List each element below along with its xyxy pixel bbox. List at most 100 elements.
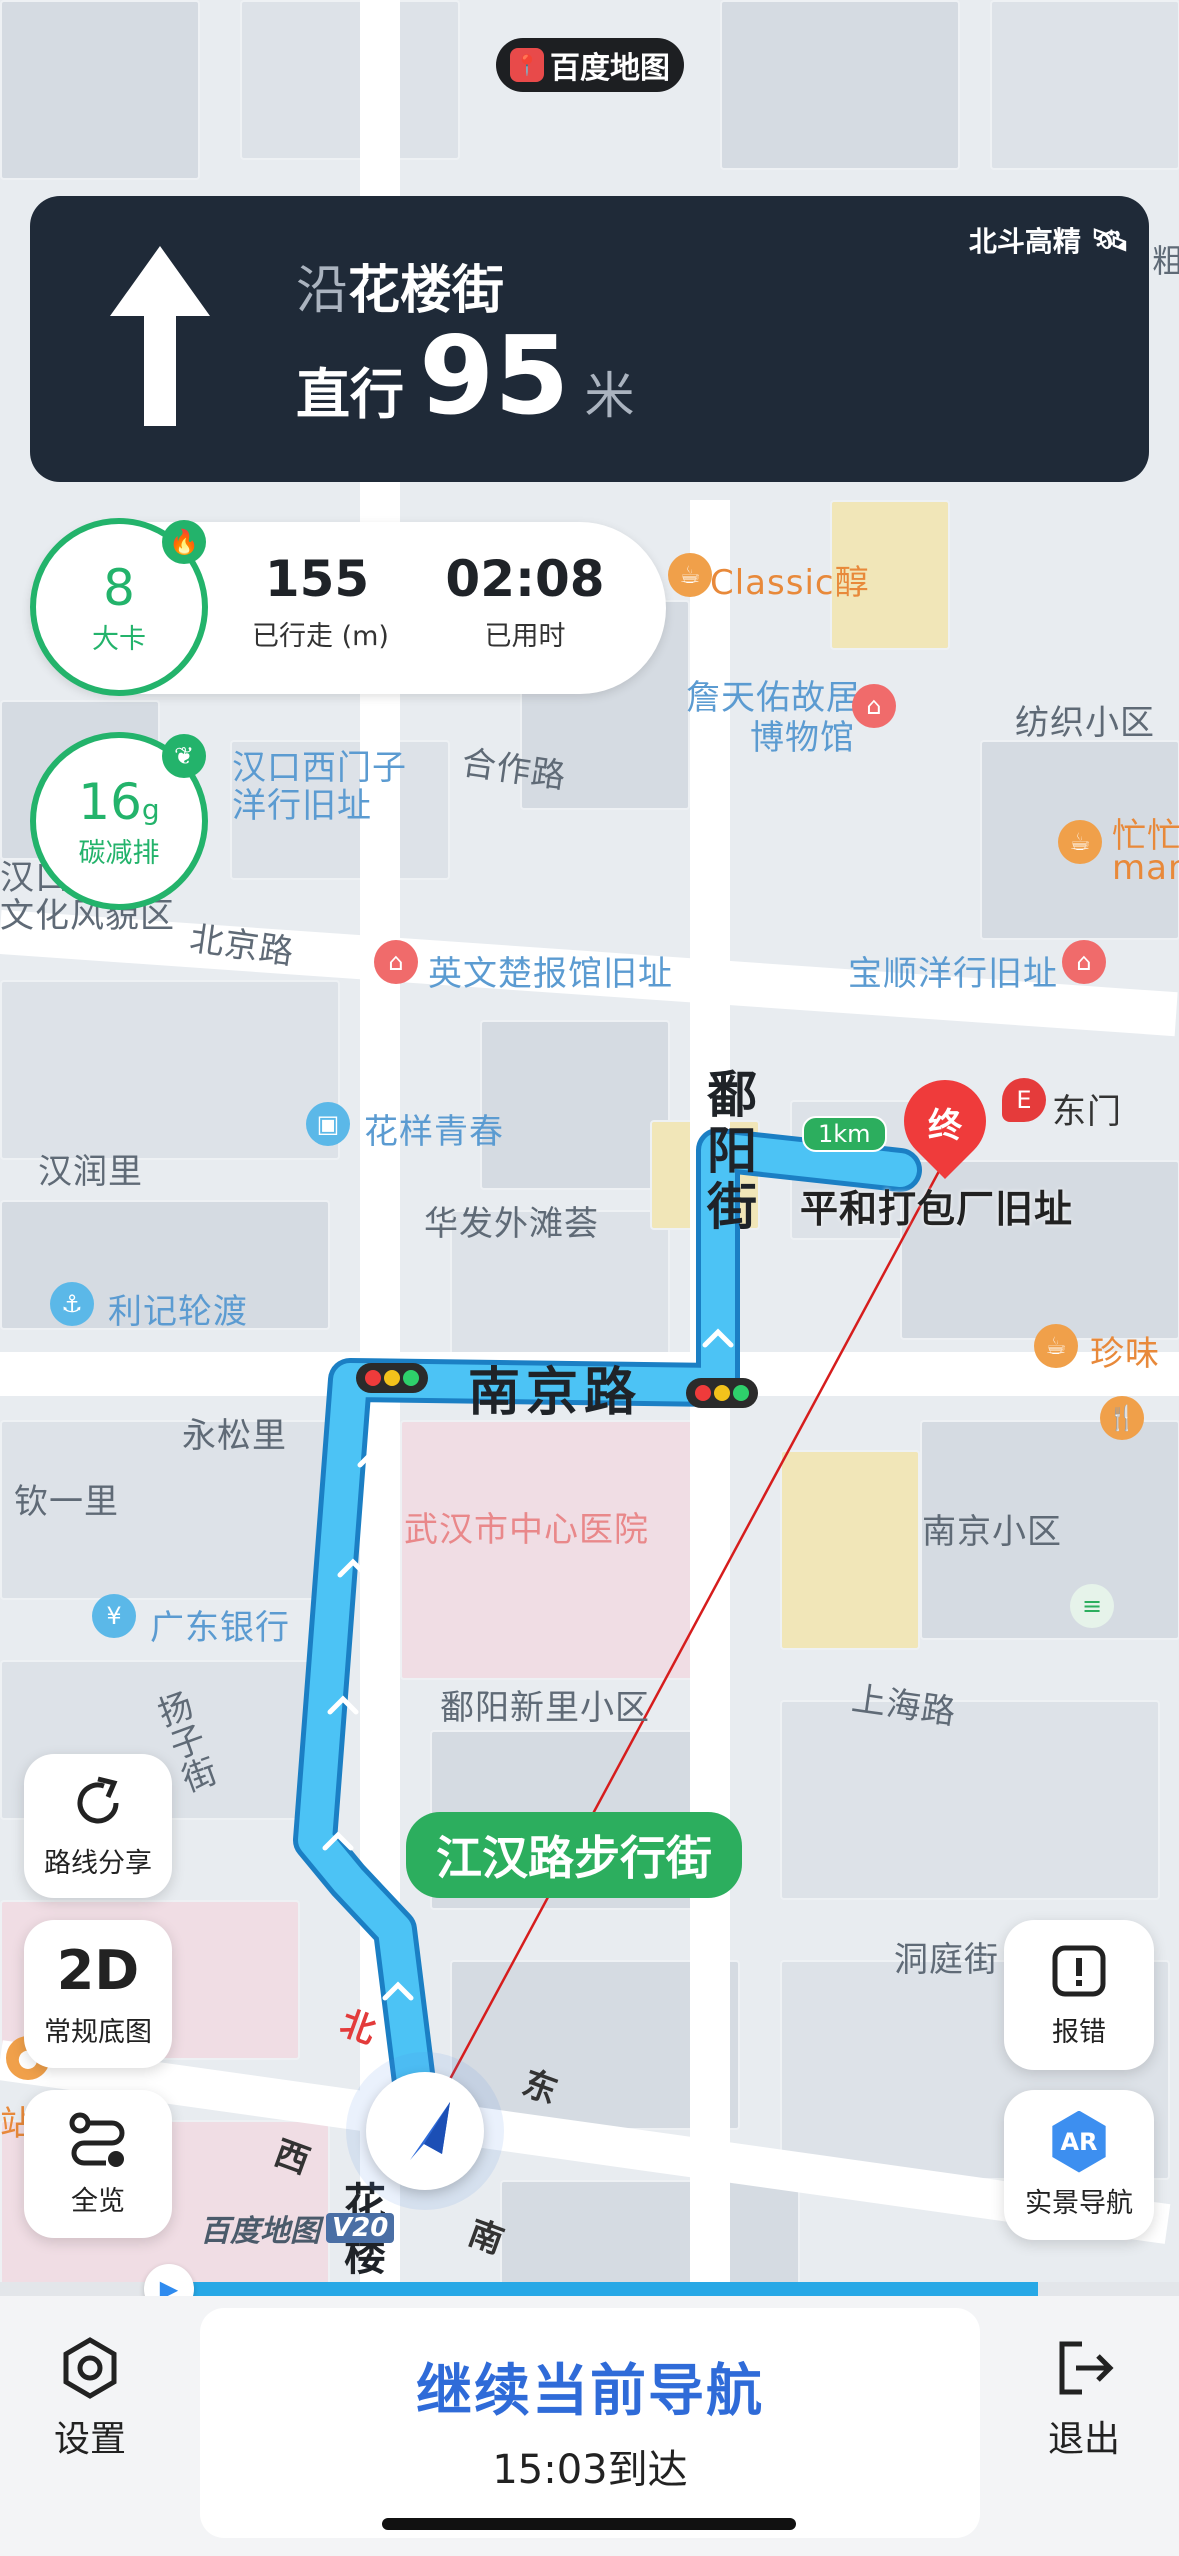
report-button[interactable]: 报错 xyxy=(1004,1920,1154,2070)
logo-icon: 📍 xyxy=(510,48,544,82)
walked-value: 155 xyxy=(264,550,370,608)
label-wuhan-hospital[interactable]: 武汉市中心医院 xyxy=(404,1502,649,1551)
map-2d-icon: 2D xyxy=(56,1939,140,2002)
calories-ring: 8 大卡 🔥 xyxy=(30,518,208,696)
guide-distance: 95 xyxy=(419,314,570,439)
label-huafa: 华发外滩荟 xyxy=(424,1204,599,1244)
time-value: 02:08 xyxy=(445,550,605,608)
carbon-value-line: 16g xyxy=(78,773,159,831)
label-fangzhi: 纺织小区 xyxy=(1015,703,1155,743)
landmark-icon: ⌂ xyxy=(374,940,418,984)
map-style-label: 常规底图 xyxy=(44,2017,152,2048)
settings-button[interactable]: 设置 xyxy=(30,2336,150,2462)
guide-action: 直行 xyxy=(296,363,404,426)
continue-label: 继续当前导航 xyxy=(416,2359,764,2424)
gnss-label: 北斗高精 xyxy=(968,225,1081,258)
time-label: 已用时 xyxy=(484,621,566,652)
landmark-icon: ⌂ xyxy=(1062,940,1106,984)
guide-prefix: 沿 xyxy=(296,261,349,321)
post-icon: ≡ xyxy=(1070,1584,1114,1628)
guide-unit: 米 xyxy=(584,367,635,425)
overview-button[interactable]: 全览 xyxy=(24,2090,172,2238)
bottom-bar: 设置 继续当前导航 15:03到达 退出 xyxy=(0,2296,1179,2556)
traffic-light-left xyxy=(356,1363,428,1393)
poi-zhantian-2: 博物馆 xyxy=(750,718,855,758)
walked-label: 已行走 (m) xyxy=(252,621,389,652)
overview-label: 全览 xyxy=(71,2185,125,2217)
scale-badge: 1km xyxy=(802,1116,887,1152)
exit-label: 退出 xyxy=(1047,2419,1120,2460)
carbon-label: 碳减排 xyxy=(78,837,160,869)
carbon-ring: 16g 碳减排 ❦ xyxy=(30,732,208,910)
ar-label: 实景导航 xyxy=(1025,2187,1133,2219)
navigation-arrow-icon xyxy=(410,2102,450,2160)
poi-mang-2: mang xyxy=(1112,848,1179,888)
app-logo-badge: 📍 百度地图 xyxy=(496,38,684,92)
museum-icon: ⌂ xyxy=(852,684,896,728)
poi-guangdong-bank[interactable]: 广东银行 xyxy=(150,1600,290,1649)
poi-classic[interactable]: Classic醇 xyxy=(710,555,870,604)
poi-yingwen[interactable]: 英文楚报馆旧址 xyxy=(428,946,673,995)
building-icon: ▣ xyxy=(306,1102,350,1146)
walking-route-inner xyxy=(298,1133,917,2147)
label-yongsong: 永松里 xyxy=(182,1416,287,1456)
alert-icon xyxy=(1052,1945,1106,1996)
street-label-jianghan: 江汉路步行街 xyxy=(406,1812,742,1898)
label-poyang-street: 鄱阳街 xyxy=(699,1068,757,1236)
route-overview-icon xyxy=(69,2112,125,2167)
carbon-value: 16 xyxy=(78,772,142,831)
anchor-icon: ⚓ xyxy=(50,1282,94,1326)
report-label: 报错 xyxy=(1052,2016,1106,2048)
poi-baoshun[interactable]: 宝顺洋行旧址 xyxy=(848,946,1058,995)
food-icon: ☕ xyxy=(1034,1324,1078,1368)
calories-value: 8 xyxy=(103,558,135,617)
progress-bar xyxy=(170,2282,1038,2296)
guide-distance-line: 直行 95 米 xyxy=(296,314,634,439)
logo-text: 百度地图 xyxy=(550,51,670,86)
poi-zhenwei[interactable]: 珍味 xyxy=(1090,1326,1160,1375)
destination-name[interactable]: 平和打包厂旧址 xyxy=(800,1178,1073,1233)
ar-navigation-button[interactable]: AR 实景导航 xyxy=(1004,2090,1154,2240)
share-label: 路线分享 xyxy=(44,1847,152,1879)
continue-navigation-button[interactable]: 继续当前导航 15:03到达 xyxy=(200,2308,980,2538)
guide-street-line: 沿花楼街 xyxy=(296,248,504,323)
flame-icon: 🔥 xyxy=(162,520,206,564)
poi-hankou-2: 洋行旧址 xyxy=(232,786,372,826)
label-dongmen: 东门 xyxy=(1052,1092,1122,1132)
label-qinyi: 钦一里 xyxy=(14,1482,119,1522)
home-indicator xyxy=(382,2518,796,2530)
exit-button[interactable]: 退出 xyxy=(1024,2336,1144,2462)
direct-line xyxy=(426,1159,947,2121)
calories-label: 大卡 xyxy=(92,623,146,655)
traffic-light-right xyxy=(686,1378,758,1408)
gnss-status: 北斗高精 🛰 xyxy=(969,220,1129,260)
satellite-icon: 🛰 xyxy=(1090,222,1129,258)
share-icon xyxy=(77,1776,119,1823)
destination-marker: 终 xyxy=(928,1106,962,1146)
bank-icon: ¥ xyxy=(92,1594,136,1638)
stat-time: 02:08 已用时 xyxy=(440,550,610,653)
label-poyang-new: 鄱阳新里小区 xyxy=(440,1688,650,1728)
map-watermark: 百度地图 V20 xyxy=(200,2206,395,2250)
label-hanrun: 汉润里 xyxy=(38,1152,143,1192)
settings-icon xyxy=(63,2337,117,2399)
cafe-icon: ☕ xyxy=(668,553,712,597)
edge-label: 粗 xyxy=(1152,242,1179,280)
poi-huayang[interactable]: 花样青春 xyxy=(364,1104,504,1153)
carbon-unit: g xyxy=(141,792,160,826)
settings-label: 设置 xyxy=(53,2419,126,2460)
label-nanjing-xiaoqu: 南京小区 xyxy=(922,1512,1062,1552)
leaf-icon: ❦ xyxy=(162,734,206,778)
turn-guidance-panel: 沿花楼街 直行 95 米 北斗高精 🛰 xyxy=(30,196,1149,482)
map-style-button[interactable]: 2D 常规底图 xyxy=(24,1920,172,2068)
watermark-text: 百度地图 xyxy=(200,2214,320,2249)
current-location[interactable] xyxy=(366,2072,484,2190)
poi-liji[interactable]: 利记轮渡 xyxy=(108,1284,248,1333)
straight-arrow-icon xyxy=(110,246,210,426)
poi-flag-icon: E xyxy=(1002,1078,1046,1122)
share-route-button[interactable]: 路线分享 xyxy=(24,1754,172,1898)
food-icon: ☕ xyxy=(1058,820,1102,864)
label-dongting: 洞庭街 xyxy=(894,1940,999,1980)
stat-walked: 155 已行走 (m) xyxy=(252,550,389,653)
eta-label: 15:03到达 xyxy=(492,2447,688,2493)
